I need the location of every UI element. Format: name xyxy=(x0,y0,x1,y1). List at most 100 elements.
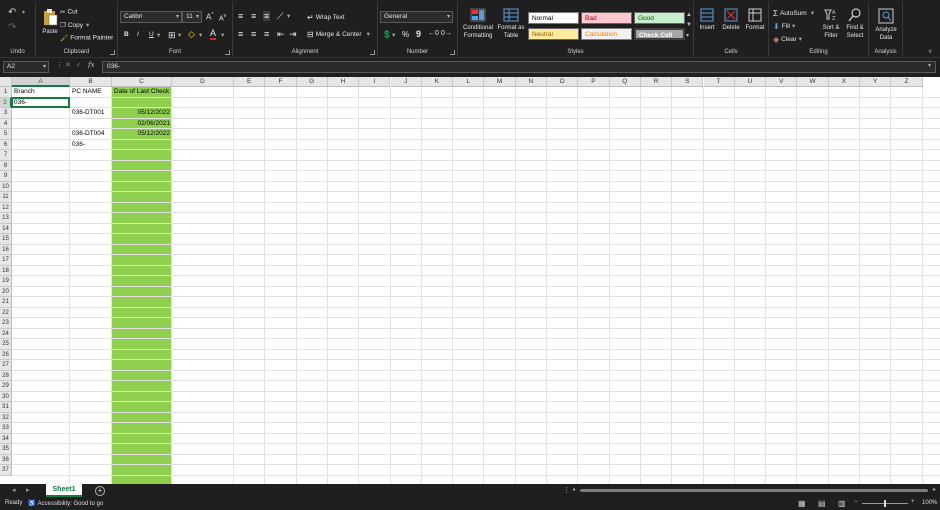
number-launcher-icon[interactable] xyxy=(450,50,455,55)
orientation-dropdown-icon[interactable]: ▾ xyxy=(287,12,290,20)
underline-dropdown-icon[interactable]: ▾ xyxy=(157,31,160,39)
bottom-align-icon[interactable]: ≡ xyxy=(263,11,271,21)
paste-button[interactable]: Paste xyxy=(39,8,61,36)
row-header-17[interactable]: 17 xyxy=(0,255,12,266)
column-header-s[interactable]: S xyxy=(672,77,704,87)
undo-icon[interactable]: ↶ xyxy=(8,7,16,18)
column-header-y[interactable]: Y xyxy=(860,77,892,87)
column-header-f[interactable]: F xyxy=(265,77,297,87)
formula-input[interactable]: 036- xyxy=(102,61,936,73)
row-header-25[interactable]: 25 xyxy=(0,339,12,350)
cell-b3[interactable]: 036-DT001 xyxy=(70,108,112,119)
percent-button[interactable]: % xyxy=(402,30,409,39)
row-header-26[interactable]: 26 xyxy=(0,349,12,360)
font-color-dropdown-icon[interactable]: ▾ xyxy=(221,31,224,39)
sheet-tab-sheet1[interactable]: Sheet1 xyxy=(46,484,82,497)
style-check-cell[interactable]: Check Cell xyxy=(634,28,685,40)
column-header-k[interactable]: K xyxy=(421,77,454,87)
row-header-5[interactable]: 5 xyxy=(0,129,12,140)
style-normal[interactable]: Normal xyxy=(528,12,579,24)
cell-b6[interactable]: 036- xyxy=(70,140,112,151)
clipboard-launcher-icon[interactable] xyxy=(110,50,115,55)
top-align-icon[interactable]: ≡ xyxy=(238,11,243,21)
accounting-format-icon[interactable]: 💲 xyxy=(382,30,392,39)
decrease-decimal-icon[interactable]: 0→ xyxy=(441,30,452,37)
row-header-32[interactable]: 32 xyxy=(0,412,12,423)
underline-button[interactable]: U xyxy=(149,31,154,38)
styles-more-icon[interactable]: ▾ xyxy=(686,32,689,39)
column-header-h[interactable]: H xyxy=(327,77,360,87)
row-header-36[interactable]: 36 xyxy=(0,454,12,465)
cancel-icon[interactable]: ✕ xyxy=(65,61,71,69)
align-right-icon[interactable]: ≡ xyxy=(264,29,269,39)
middle-align-icon[interactable]: ≡ xyxy=(251,11,256,21)
row-header-19[interactable]: 19 xyxy=(0,276,12,287)
column-header-n[interactable]: N xyxy=(515,77,547,87)
column-header-a[interactable]: A xyxy=(12,77,70,87)
row-header-37[interactable]: 37 xyxy=(0,465,12,476)
row-header-4[interactable]: 4 xyxy=(0,118,12,129)
column-header-o[interactable]: O xyxy=(547,77,579,87)
row-header-30[interactable]: 30 xyxy=(0,391,12,402)
grow-font-button[interactable]: A^ xyxy=(206,12,214,22)
row-header-18[interactable]: 18 xyxy=(0,265,12,276)
cut-button[interactable]: ✂ Cut xyxy=(60,8,78,16)
borders-icon[interactable]: ⊞ xyxy=(168,30,176,41)
borders-dropdown-icon[interactable]: ▾ xyxy=(178,31,181,39)
row-header-27[interactable]: 27 xyxy=(0,360,12,371)
insert-button[interactable]: Insert xyxy=(696,8,718,32)
row-header-3[interactable]: 3 xyxy=(0,108,12,119)
row-header-21[interactable]: 21 xyxy=(0,297,12,308)
autosum-button[interactable]: Σ AutoSum ▾ xyxy=(773,9,814,18)
sort-filter-button[interactable]: AZ Sort & Filter xyxy=(819,8,843,40)
undo-dropdown-icon[interactable]: ▾ xyxy=(22,9,25,16)
merge-center-button[interactable]: ⊟ Merge & Center ▾ xyxy=(307,30,370,39)
scroll-right-icon[interactable]: ▸ xyxy=(933,486,936,493)
expand-formula-bar-icon[interactable]: ▾ xyxy=(928,62,931,69)
row-header-33[interactable]: 33 xyxy=(0,423,12,434)
column-header-v[interactable]: V xyxy=(766,77,798,87)
accessibility-status[interactable]: ♿ Accessibility: Good to go xyxy=(28,500,103,507)
font-launcher-icon[interactable] xyxy=(225,50,230,55)
zoom-level[interactable]: 100% xyxy=(922,500,937,506)
row-header-7[interactable]: 7 xyxy=(0,150,12,161)
column-header-r[interactable]: R xyxy=(640,77,673,87)
cell-area[interactable]: Branch PC NAME Date of Last Check 036- 036-D… xyxy=(11,87,940,484)
next-sheet-icon[interactable]: ▸ xyxy=(26,486,30,494)
comma-style-button[interactable]: 9 xyxy=(416,29,421,39)
select-all-button[interactable] xyxy=(0,77,12,87)
cell-c1[interactable]: Date of Last Check xyxy=(112,87,172,98)
styles-scroll-down-icon[interactable]: ▼ xyxy=(686,22,692,28)
row-header-22[interactable]: 22 xyxy=(0,307,12,318)
row-header-24[interactable]: 24 xyxy=(0,328,12,339)
horizontal-scrollbar[interactable]: ◂ ▸ xyxy=(572,487,936,494)
spreadsheet-grid[interactable]: ABCDEFGHIJKLMNOPQRSTUVWXYZ 1 2 3 4 5 6 7 8 9 10 11… xyxy=(0,77,940,484)
row-header-13[interactable]: 13 xyxy=(0,213,12,224)
format-button[interactable]: Format xyxy=(744,8,766,32)
cell-b1[interactable]: PC NAME xyxy=(70,87,112,98)
collapse-ribbon-icon[interactable]: ∨ xyxy=(928,48,932,55)
row-header-14[interactable]: 14 xyxy=(0,223,12,234)
accounting-dropdown-icon[interactable]: ▾ xyxy=(392,31,395,39)
delete-button[interactable]: Delete xyxy=(720,8,742,32)
prev-sheet-icon[interactable]: ◂ xyxy=(12,486,16,494)
increase-decimal-icon[interactable]: ←0 xyxy=(428,30,439,37)
shrink-font-button[interactable]: Av xyxy=(219,13,226,22)
insert-function-icon[interactable]: fx xyxy=(88,61,95,69)
fill-color-dropdown-icon[interactable]: ▾ xyxy=(199,31,202,39)
row-header-8[interactable]: 8 xyxy=(0,160,12,171)
row-header-9[interactable]: 9 xyxy=(0,171,12,182)
increase-indent-icon[interactable]: ⇥ xyxy=(289,29,297,40)
decrease-indent-icon[interactable]: ⇤ xyxy=(277,29,285,40)
column-header-q[interactable]: Q xyxy=(609,77,641,87)
font-color-icon[interactable]: A xyxy=(210,29,217,40)
row-header-29[interactable]: 29 xyxy=(0,381,12,392)
column-header-c[interactable]: C xyxy=(112,77,172,87)
conditional-formatting-button[interactable]: Conditional Formatting xyxy=(460,8,496,40)
column-header-p[interactable]: P xyxy=(578,77,610,87)
column-header-z[interactable]: Z xyxy=(891,77,923,87)
font-size-select[interactable]: 11 ▾ xyxy=(182,11,202,23)
enter-icon[interactable]: ✓ xyxy=(76,61,82,69)
column-header-j[interactable]: J xyxy=(390,77,422,87)
page-layout-view-icon[interactable]: ▤ xyxy=(818,499,826,508)
